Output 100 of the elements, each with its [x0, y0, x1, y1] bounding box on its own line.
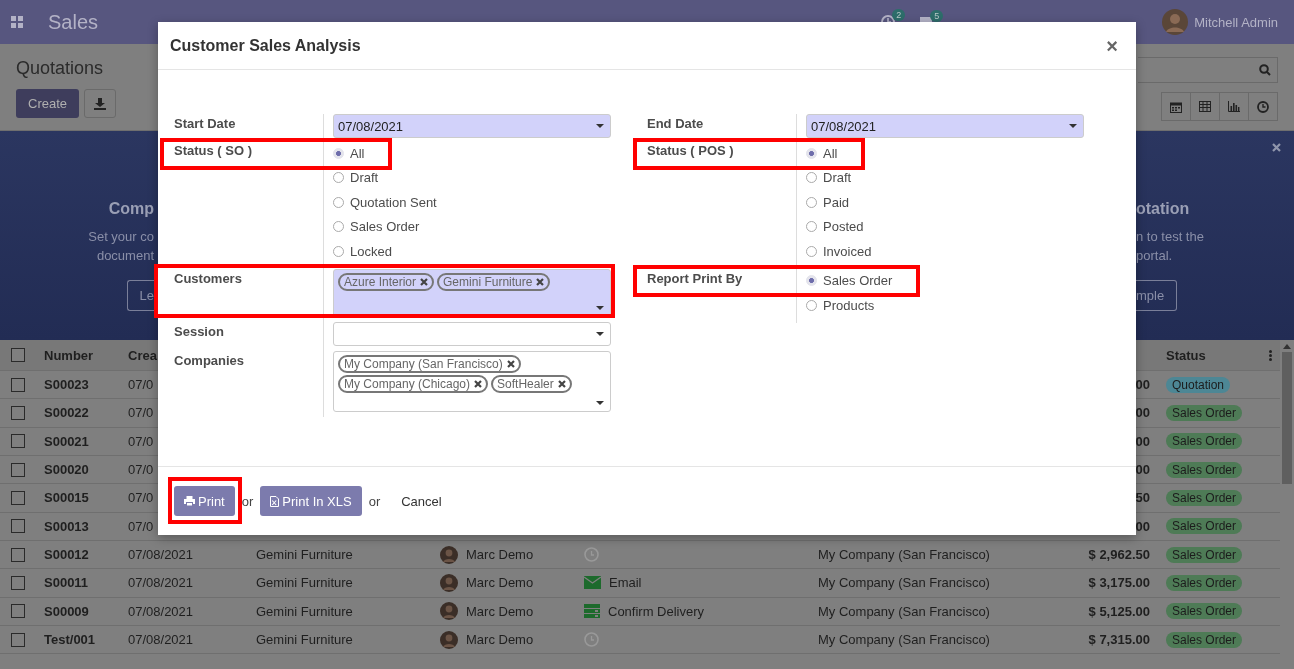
column-header[interactable]: Number — [44, 347, 94, 363]
remove-icon[interactable] — [474, 379, 483, 388]
radio-button[interactable] — [806, 221, 817, 233]
caret-icon[interactable] — [596, 124, 604, 128]
option-label[interactable]: All — [823, 145, 838, 161]
select-field[interactable] — [333, 321, 611, 346]
avatar — [440, 573, 458, 592]
remove-icon[interactable] — [557, 379, 566, 388]
option-label[interactable]: Quotation Sent — [350, 194, 437, 210]
radio-button[interactable] — [333, 196, 344, 208]
caret-icon[interactable] — [596, 305, 604, 310]
create-button[interactable]: Create — [16, 89, 80, 118]
more-options-icon[interactable] — [1269, 349, 1272, 361]
select-all-checkbox[interactable] — [11, 348, 25, 362]
status-tag: Sales Order — [1166, 489, 1243, 506]
date-field[interactable]: 07/08/2021 — [333, 114, 611, 138]
dialog-title: Customer Sales Analysis — [170, 36, 361, 55]
date-value: 07/08/2021 — [811, 118, 877, 134]
count-badge: 2 — [892, 9, 906, 21]
calendar-view-button[interactable] — [1161, 92, 1191, 121]
order-number: S00009 — [44, 603, 89, 619]
company-name: My Company (San Francisco) — [818, 575, 990, 591]
or-text: or — [368, 493, 381, 509]
row-checkbox[interactable] — [11, 519, 25, 534]
option-label[interactable]: Draft — [823, 170, 852, 186]
caret-icon[interactable] — [1069, 124, 1077, 128]
field-label: Status ( POS ) — [647, 142, 735, 160]
status-tag: Sales Order — [1166, 405, 1243, 421]
tag-label: SoftHealer — [497, 376, 554, 391]
apps-menu-icon[interactable] — [11, 16, 23, 28]
amount-text: 00 — [1135, 377, 1150, 393]
option-label[interactable]: Products — [823, 297, 875, 313]
radio-button[interactable] — [806, 196, 817, 208]
banner-button[interactable]: Le — [126, 280, 154, 311]
amount-text: 00 — [1135, 405, 1150, 421]
column-header[interactable]: Status — [1166, 347, 1206, 363]
remove-icon[interactable] — [506, 359, 515, 368]
remove-icon[interactable] — [536, 277, 545, 286]
graph-view-button[interactable] — [1219, 92, 1249, 121]
banner-text: Set your co — [88, 228, 154, 246]
status-tag: Quotation — [1166, 376, 1231, 393]
row-checkbox[interactable] — [11, 632, 25, 647]
amount-text: $ 2,962.50 — [1088, 547, 1150, 563]
row-checkbox[interactable] — [11, 377, 25, 392]
count-badge: 5 — [930, 9, 944, 22]
print-button[interactable]: Print — [174, 486, 235, 516]
tags-field[interactable]: My Company (San Francisco) My Company (Chicago) SoftHealer — [333, 350, 611, 412]
order-number: S00011 — [44, 575, 89, 591]
row-checkbox[interactable] — [11, 547, 25, 562]
date-text: 07/0 — [128, 405, 154, 421]
close-icon[interactable] — [1272, 143, 1281, 152]
option-label[interactable]: Sales Order — [350, 219, 420, 235]
radio-button[interactable] — [806, 245, 817, 257]
remove-icon[interactable] — [420, 277, 429, 286]
field-label: Session — [174, 322, 225, 341]
print-xls-button[interactable]: Print In XLS — [260, 486, 362, 516]
option-label[interactable]: Locked — [350, 243, 392, 259]
row-checkbox[interactable] — [11, 406, 25, 420]
caret-icon[interactable] — [596, 331, 604, 336]
amount-text: 50 — [1135, 490, 1150, 506]
row-checkbox[interactable] — [11, 462, 25, 477]
option-label[interactable]: Posted — [823, 219, 864, 235]
order-number: S00012 — [44, 547, 89, 563]
option-label[interactable]: All — [350, 145, 365, 161]
salesperson-name: Marc Demo — [466, 547, 534, 563]
customer-name: Gemini Furniture — [256, 632, 353, 648]
cancel-link[interactable]: Cancel — [387, 493, 442, 509]
download-button[interactable] — [84, 89, 117, 118]
activity-text: Confirm Delivery — [608, 603, 705, 619]
radio-button[interactable] — [333, 245, 344, 257]
radio-button[interactable] — [806, 172, 817, 184]
row-checkbox[interactable] — [11, 490, 25, 505]
option-label[interactable]: Invoiced — [823, 243, 872, 259]
scroll-up-icon[interactable] — [1283, 344, 1291, 349]
activity-view-button[interactable] — [1248, 92, 1278, 121]
date-field[interactable]: 07/08/2021 — [806, 114, 1084, 138]
amount-text: $ 3,175.00 — [1088, 575, 1150, 591]
order-number: S00015 — [44, 490, 89, 506]
radio-button[interactable] — [333, 221, 344, 233]
option-label[interactable]: Sales Order — [823, 273, 893, 289]
row-checkbox[interactable] — [11, 434, 25, 449]
pivot-view-button[interactable] — [1190, 92, 1220, 121]
amount-text: $ 7,315.00 — [1088, 632, 1150, 648]
row-checkbox[interactable] — [11, 604, 25, 619]
tag-label: My Company (Chicago) — [344, 376, 471, 391]
tag-label: Azure Interior — [344, 274, 417, 289]
banner-text: document — [96, 247, 154, 265]
caret-icon[interactable] — [596, 400, 604, 405]
option-label[interactable]: Paid — [823, 194, 850, 210]
radio-button[interactable] — [333, 172, 344, 184]
option-label[interactable]: Draft — [350, 170, 379, 186]
tags-field[interactable]: Azure Interior Gemini Furniture — [333, 268, 611, 317]
radio-button[interactable] — [806, 299, 817, 311]
order-number: S00021 — [44, 433, 89, 449]
search-field[interactable] — [1138, 57, 1278, 83]
order-number: S00020 — [44, 462, 89, 478]
company-name: My Company (San Francisco) — [818, 603, 990, 619]
column-header[interactable]: Crea — [128, 347, 157, 363]
close-button[interactable]: × — [1100, 35, 1124, 56]
row-checkbox[interactable] — [11, 575, 25, 590]
